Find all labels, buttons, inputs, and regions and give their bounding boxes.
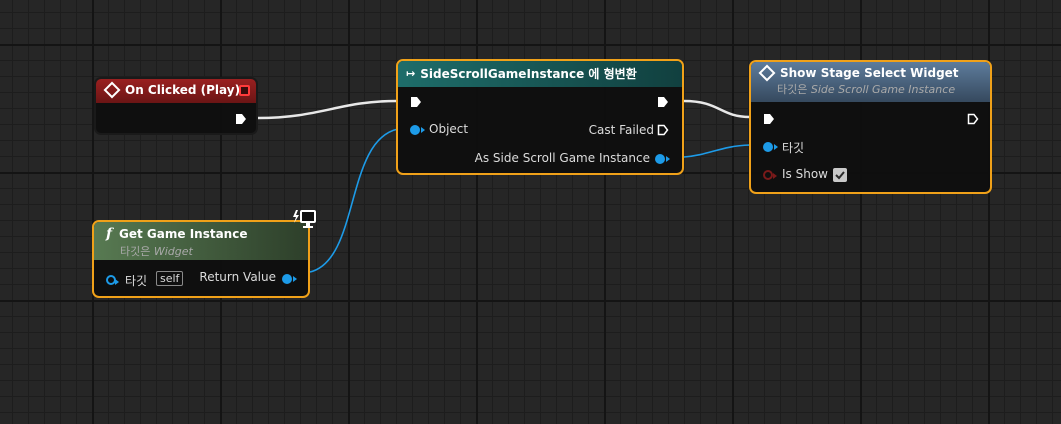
show-stage-select-widget-node[interactable]: Show Stage Select Widget 타깃은 Side Scroll… — [749, 60, 992, 194]
target-pin-label: 타깃 — [125, 274, 148, 288]
target-input-pin[interactable] — [106, 275, 119, 285]
event-diamond-icon — [103, 81, 121, 99]
is-show-checkbox[interactable] — [833, 168, 847, 182]
target-pin-label: 타깃 — [782, 141, 805, 155]
exec-out-pin[interactable] — [235, 113, 247, 125]
on-clicked-event-node[interactable]: On Clicked (Play) — [94, 77, 258, 135]
subtitle-prefix: 타깃은 — [777, 83, 808, 96]
as-instance-output-pin[interactable] — [655, 154, 670, 164]
get-game-instance-node[interactable]: f Get Game Instance 타깃은 Widget 타깃 self R… — [92, 220, 310, 298]
return-value-output-pin[interactable] — [282, 274, 297, 284]
pure-context-icon — [292, 208, 318, 232]
node-header: ↦ SideScrollGameInstance 에 형변환 — [398, 61, 682, 87]
node-subtitle: 타깃은 Widget — [120, 243, 300, 259]
blueprint-graph-canvas[interactable]: On Clicked (Play) ↦ SideScrollGameInstan… — [0, 0, 1061, 424]
function-diamond-icon — [758, 64, 776, 82]
node-subtitle: 타깃은 Side Scroll Game Instance — [777, 81, 982, 97]
data-wire-cast-to-target[interactable] — [683, 144, 751, 158]
checkmark-icon — [835, 171, 845, 180]
exec-wire-cast-to-show[interactable] — [683, 99, 751, 119]
is-show-label: Is Show — [782, 167, 828, 181]
exec-in-pin[interactable] — [763, 113, 775, 125]
object-pin-label: Object — [429, 122, 469, 136]
node-title: Get Game Instance — [119, 227, 248, 241]
target-input-pin[interactable] — [763, 142, 778, 152]
exec-out-pin[interactable] — [657, 96, 669, 108]
exec-in-pin[interactable] — [410, 96, 422, 108]
self-default-value[interactable]: self — [156, 271, 184, 286]
node-title: On Clicked (Play) — [125, 83, 241, 97]
node-header: On Clicked (Play) — [96, 79, 256, 103]
function-f-icon: f — [106, 226, 113, 242]
data-wire-instance-to-object[interactable] — [309, 128, 399, 273]
node-title: Show Stage Select Widget — [780, 66, 959, 80]
cast-failed-exec-pin[interactable] — [657, 124, 669, 136]
subtitle-target: Side Scroll Game Instance — [810, 83, 956, 96]
node-title: SideScrollGameInstance 에 형변환 — [420, 67, 637, 81]
delegate-pin-icon[interactable] — [239, 85, 250, 96]
cast-arrow-icon: ↦ — [406, 67, 416, 80]
exec-wire-clicked-to-cast[interactable] — [257, 99, 397, 120]
return-value-label: Return Value — [199, 270, 276, 284]
node-header: f Get Game Instance 타깃은 Widget — [94, 222, 308, 260]
subtitle-target: Widget — [153, 245, 193, 258]
node-header: Show Stage Select Widget 타깃은 Side Scroll… — [751, 62, 990, 102]
exec-out-pin[interactable] — [967, 113, 979, 125]
is-show-input-pin[interactable] — [763, 170, 777, 180]
subtitle-prefix: 타깃은 — [120, 245, 151, 258]
as-instance-label: As Side Scroll Game Instance — [474, 151, 650, 165]
object-input-pin[interactable] — [410, 125, 425, 135]
cast-failed-label: Cast Failed — [588, 123, 654, 137]
cast-node[interactable]: ↦ SideScrollGameInstance 에 형변환 Object Ca… — [396, 59, 684, 175]
